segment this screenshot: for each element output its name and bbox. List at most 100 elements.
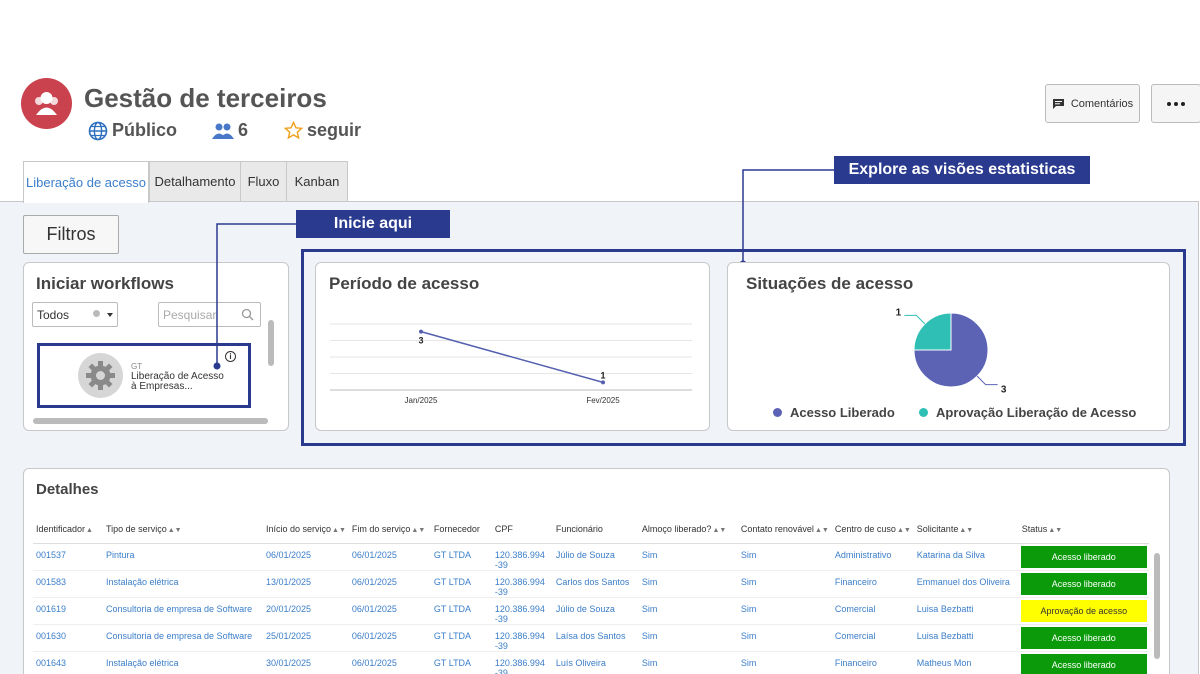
col-funcionario[interactable]: Funcionário [552, 515, 639, 544]
col-fim[interactable]: Fim do serviço▲▼ [348, 515, 431, 544]
cell-funcionario[interactable]: Júlio de Souza [552, 597, 639, 625]
cell-fornecedor[interactable]: GT LTDA [430, 543, 492, 571]
cell-fim[interactable]: 06/01/2025 [348, 624, 431, 652]
table-row[interactable]: 001619 Consultoria de empresa de Software… [33, 597, 1149, 625]
cell-inicio[interactable]: 25/01/2025 [263, 624, 349, 652]
situation-pie-chart: 31 [896, 307, 1007, 395]
cell-tipo[interactable]: Consultoria de empresa de Software [103, 624, 263, 652]
cell-id[interactable]: 001619 [33, 597, 103, 625]
cell-almoco[interactable]: Sim [638, 570, 738, 598]
members-indicator[interactable]: 6 [212, 120, 248, 141]
cell-fornecedor[interactable]: GT LTDA [430, 651, 492, 674]
cell-fim[interactable]: 06/01/2025 [348, 543, 431, 571]
filters-button[interactable]: Filtros [23, 215, 119, 254]
cell-tipo[interactable]: Pintura [103, 543, 263, 571]
tab-kanban[interactable]: Kanban [286, 161, 348, 201]
more-options-button[interactable] [1151, 84, 1200, 123]
follow-button[interactable]: seguir [284, 120, 361, 141]
cell-tipo[interactable]: Consultoria de empresa de Software [103, 597, 263, 625]
col-cpf[interactable]: CPF [491, 515, 553, 544]
globe-icon [88, 121, 108, 140]
cell-fim[interactable]: 06/01/2025 [348, 570, 431, 598]
comments-button[interactable]: Comentários [1045, 84, 1140, 123]
col-solicitante[interactable]: Solicitante▲▼ [913, 515, 1019, 544]
cell-solicitante[interactable]: Emmanuel dos Oliveira [913, 570, 1019, 598]
cell-id[interactable]: 001630 [33, 624, 103, 652]
cell-funcionario[interactable]: Júlio de Souza [552, 543, 639, 571]
col-tipo-servico[interactable]: Tipo de serviço▲▼ [103, 515, 263, 544]
cell-id[interactable]: 001537 [33, 543, 103, 571]
cell-fim[interactable]: 06/01/2025 [348, 651, 431, 674]
table-row[interactable]: 001537 Pintura 06/01/2025 06/01/2025 GT LTDA… [33, 543, 1149, 571]
data-point[interactable] [601, 380, 605, 385]
workflow-search-input[interactable]: Pesquisar [158, 302, 261, 327]
cell-solicitante[interactable]: Luisa Bezbatti [913, 624, 1019, 652]
cell-cpf[interactable]: 120.386.994 -39 [491, 651, 553, 674]
col-fornecedor[interactable]: Fornecedor [430, 515, 492, 544]
cell-contato[interactable]: Sim [737, 624, 832, 652]
cell-contato[interactable]: Sim [737, 570, 832, 598]
cell-centro[interactable]: Administrativo [831, 543, 914, 571]
workflow-item[interactable]: GT Liberação de Acesso à Empresas... i [37, 343, 251, 408]
table-row[interactable]: 001643 Instalação elétrica 30/01/2025 06/01… [33, 651, 1149, 674]
cell-almoco[interactable]: Sim [638, 543, 738, 571]
tab-liberacao-de-acesso[interactable]: Liberação de acesso [23, 161, 149, 203]
cell-inicio[interactable]: 20/01/2025 [263, 597, 349, 625]
workflow-filter-select[interactable]: Todos [32, 302, 118, 327]
info-icon[interactable]: i [225, 351, 236, 362]
cell-funcionario[interactable]: Laísa dos Santos [552, 624, 639, 652]
data-label: 1 [600, 370, 605, 380]
cell-status[interactable]: Acesso liberado [1018, 651, 1149, 674]
cell-inicio[interactable]: 06/01/2025 [263, 543, 349, 571]
cell-funcionario[interactable]: Luís Oliveira [552, 651, 639, 674]
workflow-horizontal-scrollbar[interactable] [33, 418, 268, 424]
cell-centro[interactable]: Financeiro [831, 570, 914, 598]
cell-contato[interactable]: Sim [737, 597, 832, 625]
cell-cpf[interactable]: 120.386.994 -39 [491, 624, 553, 652]
clear-icon[interactable] [93, 310, 100, 317]
cell-cpf[interactable]: 120.386.994 -39 [491, 597, 553, 625]
col-contato[interactable]: Contato renovável▲▼ [737, 515, 832, 544]
table-row[interactable]: 001630 Consultoria de empresa de Software… [33, 624, 1149, 652]
cell-almoco[interactable]: Sim [638, 651, 738, 674]
cell-fornecedor[interactable]: GT LTDA [430, 570, 492, 598]
col-centro[interactable]: Centro de cuso▲▼ [831, 515, 914, 544]
cell-cpf[interactable]: 120.386.994 -39 [491, 570, 553, 598]
cell-inicio[interactable]: 30/01/2025 [263, 651, 349, 674]
col-status[interactable]: Status▲▼ [1018, 515, 1149, 544]
cell-almoco[interactable]: Sim [638, 624, 738, 652]
cell-centro[interactable]: Comercial [831, 597, 914, 625]
cell-solicitante[interactable]: Katarina da Silva [913, 543, 1019, 571]
cell-contato[interactable]: Sim [737, 651, 832, 674]
col-identificador[interactable]: Identificador▲ [33, 515, 103, 544]
cell-almoco[interactable]: Sim [638, 597, 738, 625]
table-row[interactable]: 001583 Instalação elétrica 13/01/2025 06/01… [33, 570, 1149, 598]
cell-fornecedor[interactable]: GT LTDA [430, 597, 492, 625]
cell-inicio[interactable]: 13/01/2025 [263, 570, 349, 598]
cell-id[interactable]: 001583 [33, 570, 103, 598]
col-inicio[interactable]: Início do serviço▲▼ [263, 515, 349, 544]
col-almoco[interactable]: Almoço liberado?▲▼ [638, 515, 738, 544]
data-point[interactable] [419, 329, 423, 334]
cell-fornecedor[interactable]: GT LTDA [430, 624, 492, 652]
cell-solicitante[interactable]: Matheus Mon [913, 651, 1019, 674]
cell-centro[interactable]: Financeiro [831, 651, 914, 674]
cell-status[interactable]: Acesso liberado [1018, 570, 1149, 598]
tab-fluxo[interactable]: Fluxo [240, 161, 287, 201]
cell-status[interactable]: Acesso liberado [1018, 543, 1149, 571]
cell-solicitante[interactable]: Luisa Bezbatti [913, 597, 1019, 625]
table-scrollbar[interactable] [1154, 553, 1160, 659]
cell-centro[interactable]: Comercial [831, 624, 914, 652]
cell-fim[interactable]: 06/01/2025 [348, 597, 431, 625]
cell-status[interactable]: Aprovação de acesso [1018, 597, 1149, 625]
cell-funcionario[interactable]: Carlos dos Santos [552, 570, 639, 598]
workflow-list-scrollbar[interactable] [268, 320, 274, 366]
tab-detalhamento[interactable]: Detalhamento [149, 161, 241, 201]
cell-tipo[interactable]: Instalação elétrica [103, 570, 263, 598]
cell-contato[interactable]: Sim [737, 543, 832, 571]
cell-status[interactable]: Acesso liberado [1018, 624, 1149, 652]
cell-cpf[interactable]: 120.386.994 -39 [491, 543, 553, 571]
cell-id[interactable]: 001643 [33, 651, 103, 674]
visibility-indicator[interactable]: Público [88, 120, 177, 141]
cell-tipo[interactable]: Instalação elétrica [103, 651, 263, 674]
